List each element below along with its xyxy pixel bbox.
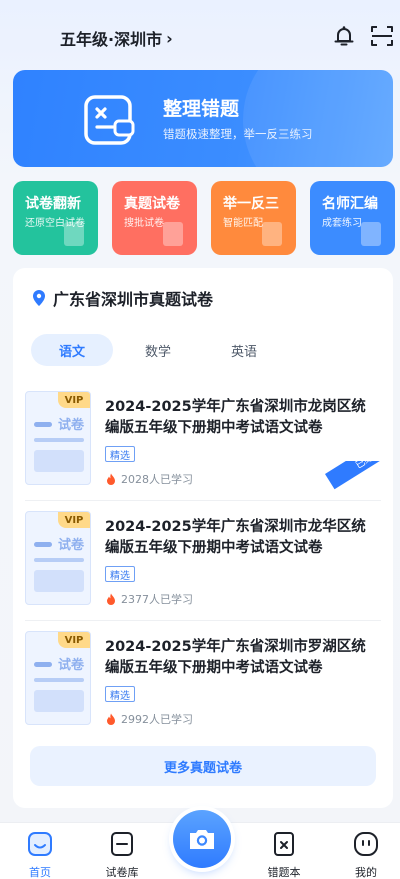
tile-subtitle: 智能匹配 [223,218,263,229]
location-label: 五年级·深圳市 [60,30,163,49]
location-selector[interactable]: 五年级·深圳市 › [60,26,173,50]
tab-chinese[interactable]: 语文 [31,334,113,366]
exam-papers-card: 广东省深圳市真题试卷 语文 数学 英语 VIP 试卷 2024-2025学年广东… [13,268,393,808]
featured-tag: 精选 [105,446,135,462]
paper-item[interactable]: VIP 试卷 2024-2025学年广东省深圳市罗湖区统编版五年级下册期中考试语… [25,631,385,741]
tile-title: 举一反三 [223,196,279,212]
feature-tiles: 试卷翻新 还原空白试卷 真题试卷 搜批试卷 举一反三 智能匹配 名师汇编 成套练… [13,181,395,255]
paper-thumbnail: VIP 试卷 [25,511,91,605]
tile-title: 试卷翻新 [25,196,81,212]
vip-badge: VIP [58,392,90,408]
paper-item[interactable]: VIP 试卷 2024-2025学年广东省深圳市龙华区统编版五年级下册期中考试语… [25,511,385,621]
tab-label: 我的 [355,866,377,879]
tile-analogy[interactable]: 举一反三 智能匹配 [211,181,296,255]
search-doc-icon [262,222,282,246]
vip-badge: VIP [58,632,90,648]
featured-tag: 精选 [105,686,135,702]
teacher-icon [361,222,381,246]
chevron-right-icon: › [166,28,173,48]
tab-paper-library[interactable]: 试卷库 [92,831,152,879]
paper-meta: 2377人已学习 [105,591,193,607]
tab-label: 试卷库 [105,866,139,879]
paper-thumbnail: VIP 试卷 [25,631,91,725]
fire-icon [107,593,115,605]
fire-icon [107,473,115,485]
paper-library-icon [111,832,133,856]
tab-english[interactable]: 英语 [203,334,285,366]
profile-icon [354,832,378,856]
paper-meta: 2992人已学习 [105,711,193,727]
camera-icon [190,830,214,849]
practiced-ribbon: 已练习 [325,461,389,501]
home-icon [28,832,52,856]
wrong-question-icon [83,94,135,146]
section-title: 广东省深圳市真题试卷 [31,286,213,310]
paper-thumbnail: VIP 试卷 [25,391,91,485]
thumbnail-label: 试卷 [57,538,84,553]
tab-profile[interactable]: 我的 [336,831,396,879]
section-title-text: 广东省深圳市真题试卷 [53,290,214,309]
learners-count: 2028人已学习 [121,473,193,486]
banner-subtitle: 错题极速整理，举一反三练习 [163,127,313,141]
tab-home[interactable]: 首页 [10,831,70,879]
document-icon [64,222,84,246]
thumbnail-label: 试卷 [57,418,84,433]
subject-tabs: 语文 数学 英语 [31,334,371,366]
learners-count: 2992人已学习 [121,713,193,726]
paper-meta: 2028人已学习 [105,471,193,487]
wrong-question-banner[interactable]: 整理错题 错题极速整理，举一反三练习 [13,70,393,167]
tile-real-exams[interactable]: 真题试卷 搜批试卷 [112,181,197,255]
tile-paper-renew[interactable]: 试卷翻新 还原空白试卷 [13,181,98,255]
wrong-book-icon [274,832,294,856]
vip-badge: VIP [58,512,90,528]
more-exams-button[interactable]: 更多真题试卷 [30,746,376,786]
tab-wrong-book[interactable]: 错题本 [254,831,314,879]
tile-subtitle: 搜批试卷 [124,218,164,229]
scan-icon[interactable] [368,22,396,50]
paper-title: 2024-2025学年广东省深圳市龙岗区统编版五年级下册期中考试语文试卷 [105,399,366,436]
tile-subtitle: 成套练习 [322,218,362,229]
practiced-label: 已练习 [325,461,389,490]
tile-title: 真题试卷 [124,196,180,212]
location-pin-icon [33,290,45,306]
bell-icon[interactable] [330,22,358,50]
exam-icon [163,222,183,246]
paper-title: 2024-2025学年广东省深圳市龙华区统编版五年级下册期中考试语文试卷 [105,519,366,556]
tab-math[interactable]: 数学 [117,334,199,366]
fire-icon [107,713,115,725]
featured-tag: 精选 [105,566,135,582]
header: 五年级·深圳市 › [0,0,400,70]
tab-label: 错题本 [267,866,301,879]
paper-title: 2024-2025学年广东省深圳市罗湖区统编版五年级下册期中考试语文试卷 [105,639,366,676]
tab-label: 首页 [29,866,51,879]
learners-count: 2377人已学习 [121,593,193,606]
banner-title: 整理错题 [163,98,240,120]
camera-button[interactable] [173,810,231,868]
paper-item[interactable]: VIP 试卷 2024-2025学年广东省深圳市龙岗区统编版五年级下册期中考试语… [25,391,389,501]
tile-title: 名师汇编 [322,196,378,212]
banner-decoration [243,70,393,167]
thumbnail-label: 试卷 [57,658,84,673]
tile-teacher-compile[interactable]: 名师汇编 成套练习 [310,181,395,255]
